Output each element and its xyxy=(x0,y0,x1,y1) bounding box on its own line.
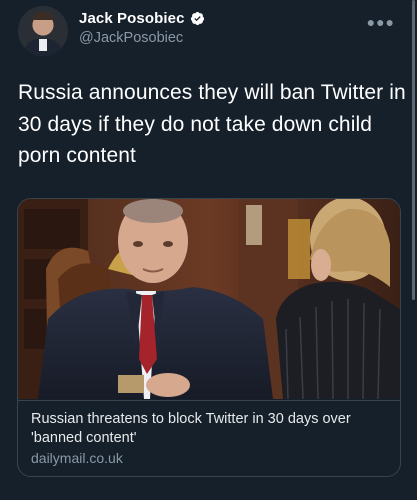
link-card-title[interactable]: Russian threatens to block Twitter in 30… xyxy=(31,410,381,448)
link-card-image[interactable] xyxy=(18,199,400,399)
author-display-name[interactable]: Jack Posobiec xyxy=(79,10,185,27)
tweet-text: Russia announces they will ban Twitter i… xyxy=(18,81,406,167)
author-info[interactable]: Jack Posobiec @JackPosobiec xyxy=(79,10,205,46)
link-card-domain: dailymail.co.uk xyxy=(31,450,123,466)
link-card[interactable]: Russian threatens to block Twitter in 30… xyxy=(17,198,401,477)
tweet[interactable]: Jack Posobiec @JackPosobiec ●●● Russia a… xyxy=(0,0,417,500)
author-name-row: Jack Posobiec xyxy=(79,10,205,27)
avatar-hair xyxy=(33,12,53,20)
more-options-icon[interactable]: ●●● xyxy=(367,14,395,30)
link-card-meta[interactable]: Russian threatens to block Twitter in 30… xyxy=(18,400,400,476)
verified-badge-icon xyxy=(190,11,205,26)
author-handle[interactable]: @JackPosobiec xyxy=(79,30,205,46)
scrollbar[interactable] xyxy=(412,0,415,300)
avatar-shirt xyxy=(39,39,47,51)
author-avatar[interactable] xyxy=(18,6,68,56)
